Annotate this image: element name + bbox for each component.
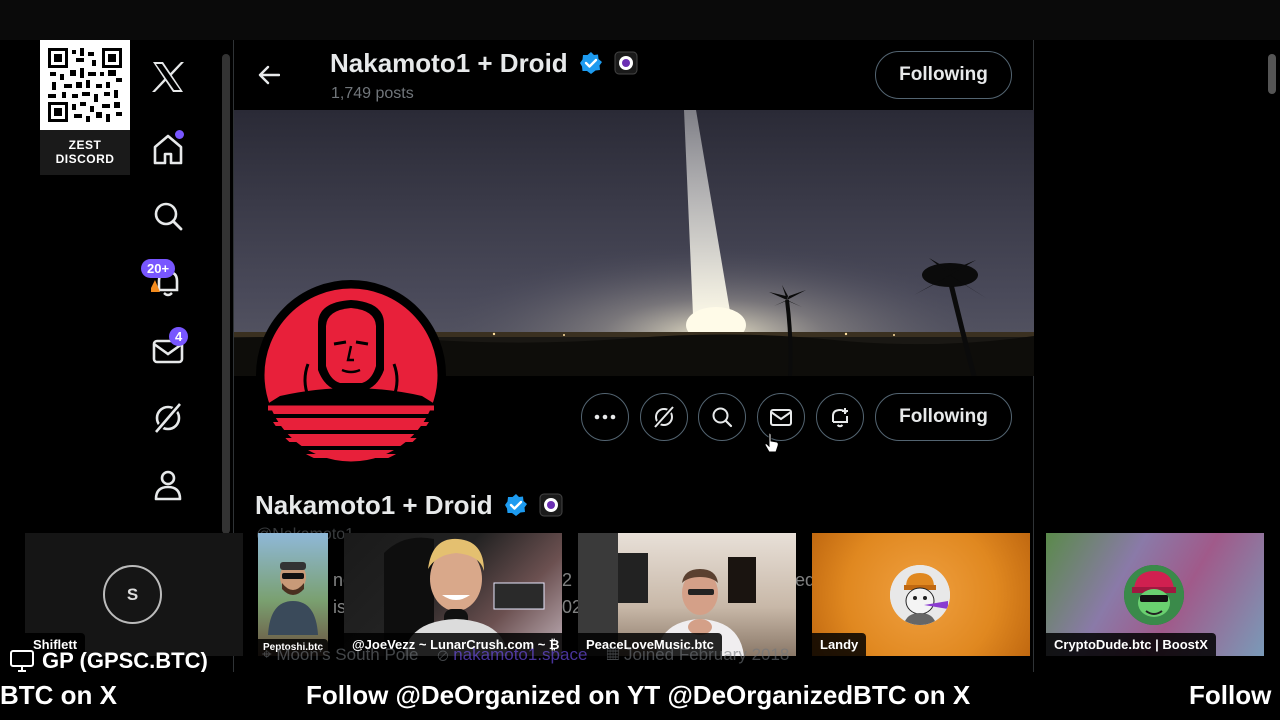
participant-tile-peacelovemusic: PeaceLoveMusic.btc (578, 533, 796, 656)
screen-share-name: GP (GPSC.BTC) (42, 648, 208, 673)
notify-button[interactable] (816, 393, 864, 441)
qr-caption: ZEST DISCORD (40, 138, 130, 166)
grok-button[interactable] (640, 393, 688, 441)
participant-tile-shiflett: S Shiflett (25, 533, 243, 656)
participant-tile-joevezz: @JoeVezz ~ LunarCrush.com ~ ₿ (344, 533, 562, 656)
location-icon: ⌖ (262, 645, 272, 664)
verified-badge-icon (579, 52, 602, 74)
search-icon (712, 407, 733, 428)
right-scrollbar[interactable] (1268, 54, 1276, 94)
left-scrollbar[interactable] (222, 54, 230, 534)
messages-envelope-icon[interactable]: 4 (147, 327, 189, 372)
participant-name: Landy (812, 633, 867, 656)
profile-joined-date: Joined February 2018 (624, 645, 790, 664)
participant-tile-peptoshi: Peptoshi.btc (258, 533, 328, 656)
bell-plus-icon (832, 408, 848, 428)
profile-website-link[interactable]: nakamoto1.space (453, 645, 587, 664)
screen-share-label: GP (GPSC.BTC) (10, 648, 208, 674)
calendar-icon: ▦ (606, 645, 620, 664)
qr-code-badge: ZEST DISCORD (40, 40, 130, 175)
header-post-count: 1,749 posts (331, 85, 414, 102)
participant-avatar (890, 565, 950, 625)
participant-avatar-initial: S (103, 565, 162, 624)
profile-avatar[interactable] (256, 280, 446, 470)
envelope-icon (770, 409, 792, 426)
qr-code-image (40, 40, 130, 130)
qr-caption-line2: DISCORD (55, 152, 115, 166)
participant-name: CryptoDude.btc | BoostX (1046, 633, 1216, 656)
header-following-button[interactable]: Following (875, 51, 1012, 99)
mouse-cursor-icon (764, 432, 780, 459)
header-name-text: Nakamoto1 + Droid (330, 48, 568, 78)
ticker-text-left: BTC on X (0, 680, 117, 710)
more-dots-icon (594, 414, 616, 420)
affiliate-badge-icon (539, 493, 563, 517)
participant-tile-cryptodude: CryptoDude.btc | BoostX (1046, 533, 1264, 656)
home-unread-dot (175, 130, 184, 139)
messages-badge: 4 (169, 327, 189, 346)
home-icon[interactable] (147, 128, 189, 170)
participant-avatar (1124, 565, 1184, 625)
browser-top-bar (0, 0, 1280, 40)
search-icon[interactable] (147, 195, 189, 237)
notifications-bell-icon[interactable]: 20+ (141, 259, 189, 304)
profile-meta-row: ⌖ Moon's South Pole ⊘ nakamoto1.space ▦ … (262, 645, 789, 665)
more-options-button[interactable] (581, 393, 629, 441)
profile-person-icon[interactable] (147, 464, 189, 506)
monitor-icon (10, 650, 34, 672)
scrolling-ticker: BTC on X Follow @DeOrganized on YT @DeOr… (0, 672, 1280, 720)
x-logo-icon[interactable] (147, 56, 189, 98)
profile-display-name: Nakamoto1 + Droid (255, 490, 563, 521)
qr-caption-line1: ZEST (68, 138, 102, 152)
grok-icon[interactable] (147, 397, 189, 439)
notifications-badge: 20+ (141, 259, 176, 278)
search-profile-button[interactable] (698, 393, 746, 441)
ticker-text-center: Follow @DeOrganized on YT @DeOrganizedBT… (306, 680, 971, 710)
profile-name-text: Nakamoto1 + Droid (255, 490, 493, 520)
ticker-text-right: Follow (1189, 680, 1272, 710)
participant-tile-landy: Landy (812, 533, 1030, 656)
verified-badge-icon (504, 494, 527, 516)
profile-location: Moon's South Pole (276, 645, 419, 664)
profile-following-button[interactable]: Following (875, 393, 1012, 441)
back-arrow-icon[interactable] (254, 60, 284, 90)
header-profile-name: Nakamoto1 + Droid (330, 48, 638, 79)
link-icon: ⊘ (437, 645, 449, 664)
affiliate-badge-icon (614, 51, 638, 75)
grok-icon (653, 405, 675, 429)
